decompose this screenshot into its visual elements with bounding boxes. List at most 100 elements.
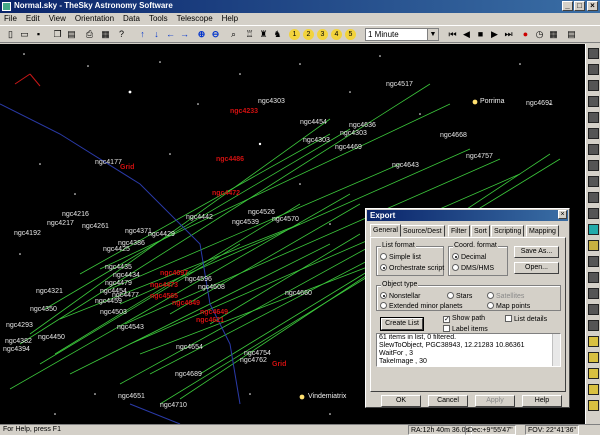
tool-icon[interactable]: [588, 144, 599, 155]
highlighted-object-label[interactable]: ngc4649: [200, 309, 228, 317]
save-icon[interactable]: ▪: [33, 29, 44, 40]
galaxy-label[interactable]: ngc4450: [38, 334, 65, 342]
menu-view[interactable]: View: [49, 13, 66, 25]
decimal-radio[interactable]: Decimal: [452, 253, 486, 262]
fast-forward-icon[interactable]: ⏭: [503, 29, 514, 40]
galaxy-label[interactable]: ngc4394: [3, 346, 30, 354]
planet-1-icon[interactable]: 1: [289, 29, 300, 40]
galaxy-label[interactable]: ngc4654: [176, 344, 203, 352]
tool-icon[interactable]: [588, 128, 599, 139]
galaxy-label[interactable]: ngc4321: [36, 288, 63, 296]
tool-icon[interactable]: [588, 192, 599, 203]
galaxy-label[interactable]: ngc4216: [62, 211, 89, 219]
galaxy-label[interactable]: ngc4459: [95, 298, 122, 306]
menu-file[interactable]: File: [4, 13, 17, 25]
galaxy-label[interactable]: ngc4177: [95, 159, 122, 167]
tool-icon[interactable]: [588, 288, 599, 299]
tool-icon[interactable]: [588, 80, 599, 91]
folder-icon[interactable]: [588, 368, 599, 379]
menu-orientation[interactable]: Orientation: [75, 13, 114, 25]
galaxy-label[interactable]: ngc4689: [175, 371, 202, 379]
galaxy-label[interactable]: ngc4425: [103, 246, 130, 254]
arrow-left-icon[interactable]: ←: [165, 29, 176, 40]
paste-icon[interactable]: ▤: [66, 29, 77, 40]
tool-icon[interactable]: [588, 240, 599, 251]
galaxy-label[interactable]: ngc4608: [198, 284, 225, 292]
porrima-dot[interactable]: [472, 99, 478, 105]
create-list-button[interactable]: Create List: [381, 318, 423, 330]
galaxy-label[interactable]: ngc4543: [117, 324, 144, 332]
new-file-icon[interactable]: ▯: [5, 29, 16, 40]
clock-icon[interactable]: ◷: [534, 29, 545, 40]
galaxy-label[interactable]: ngc4350: [30, 306, 57, 314]
galaxy-label[interactable]: ngc4710: [160, 402, 187, 410]
highlighted-object-label[interactable]: ngc4697: [160, 270, 188, 278]
tab-sort[interactable]: Sort: [471, 225, 490, 237]
menu-tools[interactable]: Tools: [149, 13, 168, 25]
list-details-checkbox[interactable]: List details: [505, 315, 547, 324]
vindemiatrix-dot[interactable]: [299, 394, 305, 400]
galaxy-label[interactable]: ngc4435: [105, 264, 132, 272]
highlighted-object-label[interactable]: ngc4233: [230, 108, 258, 116]
highlighted-object-label[interactable]: ngc4486: [216, 156, 244, 164]
show-path-checkbox[interactable]: ✓ Show path: [443, 315, 485, 323]
galaxy-label[interactable]: ngc4429: [148, 231, 175, 239]
galaxy-label[interactable]: ngc4517: [386, 81, 413, 89]
telescope-icon[interactable]: ♖: [244, 29, 255, 40]
save-as-button[interactable]: Save As...: [514, 246, 559, 258]
tab-filter[interactable]: Filter: [448, 225, 470, 237]
highlighted-object-label[interactable]: ngc4649: [172, 300, 200, 308]
calendar-icon[interactable]: ▦: [548, 29, 559, 40]
tool-icon[interactable]: [588, 96, 599, 107]
tab-general[interactable]: General: [370, 224, 401, 237]
galaxy-label[interactable]: ngc4660: [285, 290, 312, 298]
tool-icon[interactable]: [588, 176, 599, 187]
galaxy-label[interactable]: ngc4596: [185, 276, 212, 284]
arrow-down-icon[interactable]: ↓: [151, 29, 162, 40]
highlighted-object-label[interactable]: ngc4472: [212, 190, 240, 198]
rewind-icon[interactable]: ⏮: [447, 29, 458, 40]
stars-radio[interactable]: Stars: [447, 292, 472, 301]
folder-icon[interactable]: [588, 336, 599, 347]
help-cursor-icon[interactable]: ?: [116, 29, 127, 40]
options-icon[interactable]: ▤: [566, 29, 577, 40]
results-listbox[interactable]: 61 items in list, 0 filtered. SlewToObje…: [376, 333, 561, 367]
galaxy-label[interactable]: ngc4757: [466, 153, 493, 161]
galaxy-label[interactable]: ngc4434: [113, 272, 140, 280]
star-label-porrima[interactable]: Porrima: [480, 98, 505, 106]
help-button[interactable]: Help: [522, 395, 562, 407]
orchestrate-script-radio[interactable]: Orchestrate script: [380, 264, 444, 273]
galaxy-label[interactable]: ngc4503: [100, 309, 127, 317]
simple-list-radio[interactable]: Simple list: [380, 253, 421, 262]
galaxy-label[interactable]: ngc4217: [47, 220, 74, 228]
star-label-vindemiatrix[interactable]: Vindemiatrix: [308, 393, 346, 401]
chevron-down-icon[interactable]: ▼: [427, 29, 438, 40]
step-back-icon[interactable]: ◀: [461, 29, 472, 40]
galaxy-label[interactable]: ngc4192: [14, 230, 41, 238]
copy-icon[interactable]: ❐: [52, 29, 63, 40]
galaxy-label[interactable]: ngc4668: [440, 132, 467, 140]
galaxy-label[interactable]: ngc4539: [232, 219, 259, 227]
galaxy-label[interactable]: ngc4526: [248, 209, 275, 217]
galaxy-label[interactable]: ngc4261: [82, 223, 109, 231]
map-points-radio[interactable]: Map points: [487, 302, 530, 311]
galaxy-label[interactable]: ngc4762: [240, 357, 267, 365]
cancel-button[interactable]: Cancel: [428, 395, 468, 407]
menu-edit[interactable]: Edit: [26, 13, 40, 25]
menu-telescope[interactable]: Telescope: [177, 13, 213, 25]
galaxy-label[interactable]: ngc4382: [5, 338, 32, 346]
time-step-select[interactable]: 1 Minute ▼: [365, 28, 439, 41]
galaxy-label[interactable]: ngc4303: [303, 137, 330, 145]
stop-icon[interactable]: ■: [475, 29, 486, 40]
menu-data[interactable]: Data: [123, 13, 140, 25]
play-icon[interactable]: ▶: [489, 29, 500, 40]
tool-icon[interactable]: [588, 272, 599, 283]
preview-icon[interactable]: ▦: [100, 29, 111, 40]
zoom-in-icon[interactable]: ⊕: [196, 29, 207, 40]
open-button[interactable]: Open...: [514, 262, 559, 274]
maximize-button[interactable]: □: [574, 1, 585, 11]
tool-icon[interactable]: [588, 48, 599, 59]
galaxy-label[interactable]: ngc4469: [335, 144, 362, 152]
galaxy-label[interactable]: ngc4636: [349, 122, 376, 130]
galaxy-label[interactable]: ngc4442: [186, 214, 213, 222]
